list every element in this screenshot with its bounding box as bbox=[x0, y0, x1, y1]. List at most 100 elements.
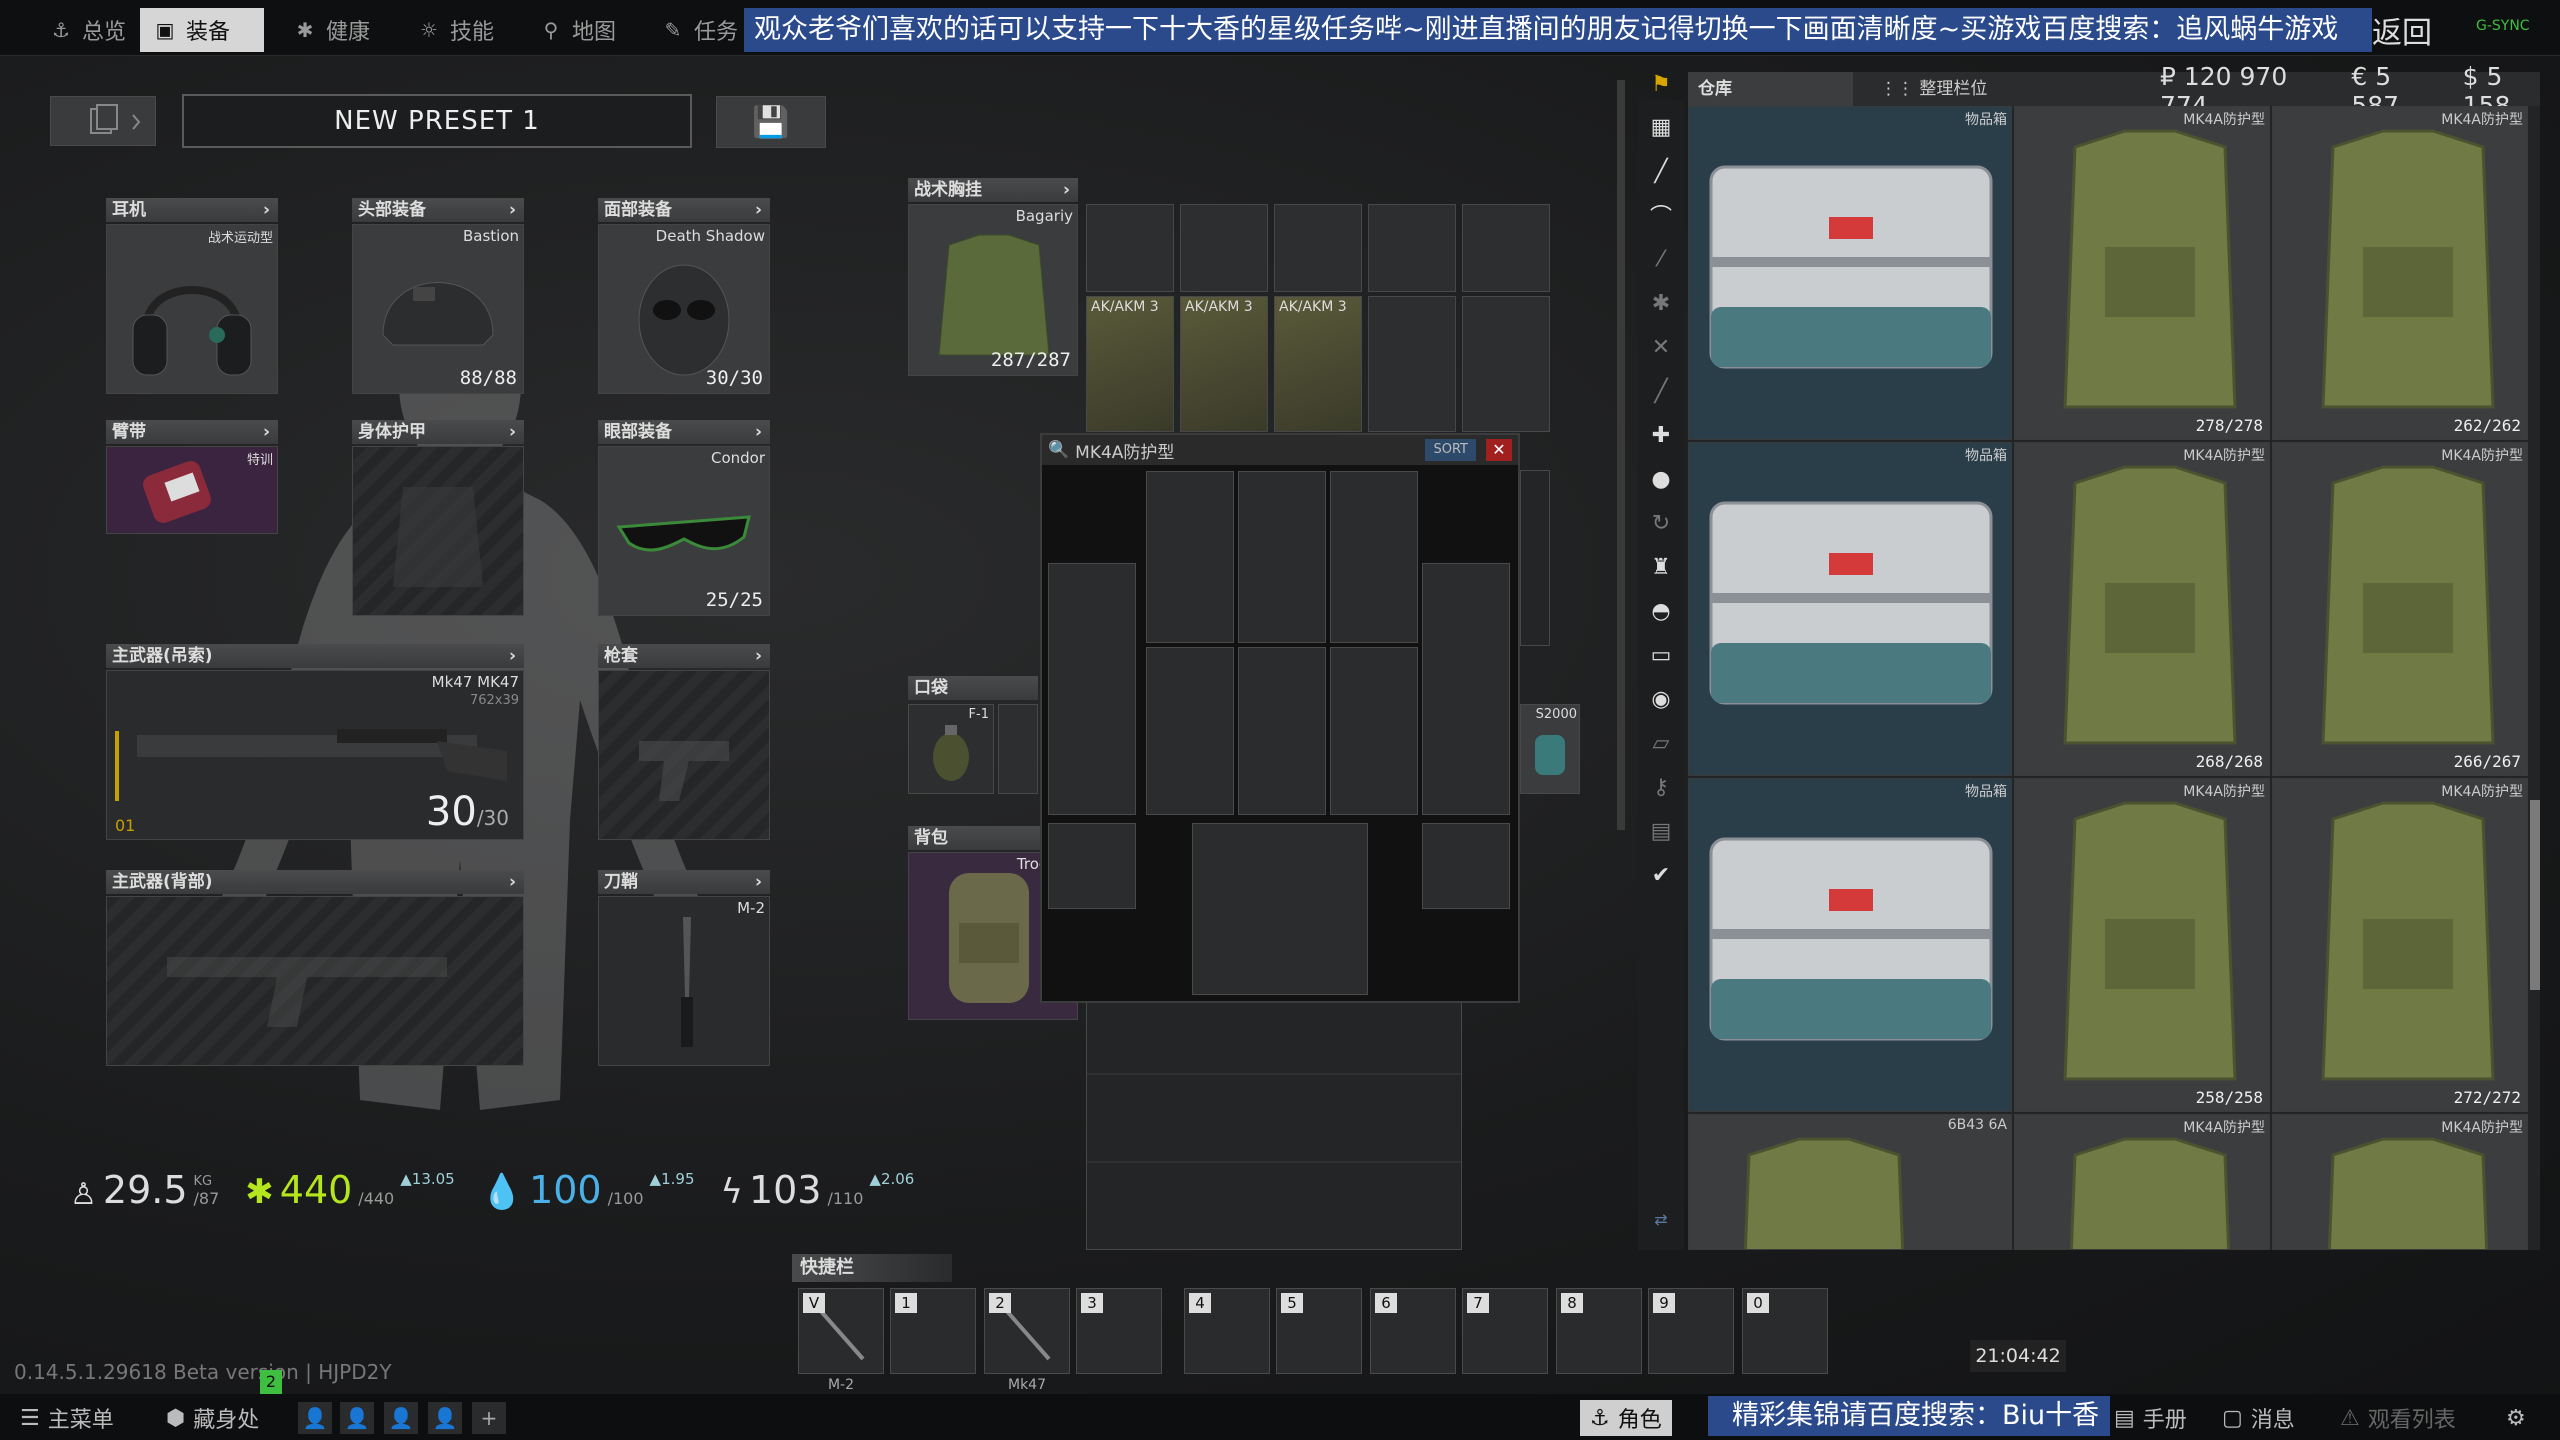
slot-header-armband[interactable]: 臂带 › bbox=[106, 420, 278, 444]
stash-scrollbar[interactable] bbox=[2530, 800, 2540, 990]
slot-primary-weapon[interactable]: Mk47 MK47 762x39 01 30/30 bbox=[106, 670, 524, 840]
popup-grid-cell[interactable] bbox=[1238, 647, 1326, 815]
back-button[interactable]: 返回 bbox=[2372, 8, 2432, 52]
popup-grid-cell[interactable] bbox=[1238, 471, 1326, 643]
quickbar-slot-8[interactable]: 8 bbox=[1556, 1288, 1642, 1374]
popup-grid-cell[interactable] bbox=[1146, 647, 1234, 815]
slot-primary-back[interactable] bbox=[106, 896, 524, 1066]
rig-cell[interactable] bbox=[1180, 204, 1268, 292]
stash-item-case[interactable]: 物品箱 bbox=[1688, 106, 2012, 440]
slot-scabbard[interactable]: M-2 bbox=[598, 896, 770, 1066]
slot-header-eyewear[interactable]: 眼部装备 › bbox=[598, 420, 770, 444]
popup-grid-cell[interactable] bbox=[1048, 563, 1136, 815]
party-slot[interactable]: 👤 bbox=[384, 1402, 418, 1434]
stash-item-armor[interactable]: MK4A防护型 272/272 bbox=[2272, 778, 2528, 1112]
quickbar-slot-9[interactable]: 9 bbox=[1648, 1288, 1734, 1374]
sort-button[interactable]: SORT bbox=[1425, 439, 1476, 461]
add-party-button[interactable]: + bbox=[472, 1402, 506, 1434]
tab-skills[interactable]: ☼ 技能 bbox=[404, 8, 508, 52]
party-slot[interactable]: 👤 bbox=[298, 1402, 332, 1434]
filter-medical-icon[interactable]: ✚ bbox=[1642, 416, 1680, 454]
slot-header-holster[interactable]: 枪套 › bbox=[598, 644, 770, 668]
tab-gear[interactable]: ▣ 装备 bbox=[140, 8, 264, 52]
quickbar-slot-2[interactable]: 2 bbox=[984, 1288, 1070, 1374]
filter-ammo-icon[interactable]: ⁄ bbox=[1642, 240, 1680, 278]
filter-weapons-icon[interactable]: ╱ bbox=[1642, 152, 1680, 190]
filter-info-icon[interactable]: ▱ bbox=[1642, 724, 1680, 762]
filter-keys-icon[interactable]: ↻ bbox=[1642, 504, 1680, 542]
rig-cell[interactable] bbox=[1368, 204, 1456, 292]
filter-key-icon[interactable]: ⚷ bbox=[1642, 768, 1680, 806]
stash-item-case[interactable]: 物品箱 bbox=[1688, 442, 2012, 776]
handbook-button[interactable]: ▤ 手册 bbox=[2114, 1400, 2187, 1436]
popup-grid-cell[interactable] bbox=[1146, 471, 1234, 643]
stash-item-armor[interactable]: MK4A防护型 278/278 bbox=[2014, 106, 2270, 440]
rig-cell[interactable] bbox=[1520, 470, 1550, 646]
quickbar-slot-5[interactable]: 5 bbox=[1276, 1288, 1362, 1374]
slot-header-earpiece[interactable]: 耳机 › bbox=[106, 198, 278, 222]
rig-magazine[interactable]: AK/AKM 3 bbox=[1180, 296, 1268, 432]
stash-item-armor[interactable]: 6B43 6A bbox=[1688, 1114, 2012, 1250]
party-slot[interactable]: 👤 bbox=[340, 1402, 374, 1434]
slot-header-scabbard[interactable]: 刀鞘 › bbox=[598, 870, 770, 894]
tab-tasks[interactable]: ✎ 任务 bbox=[648, 8, 752, 52]
inventory-scrollbar[interactable] bbox=[1617, 80, 1625, 830]
slot-header-rig[interactable]: 战术胸挂 › bbox=[908, 178, 1078, 202]
tab-sorting-table[interactable]: ⋮⋮ 整理栏位 bbox=[1870, 72, 2150, 106]
filter-containers-icon[interactable]: ▭ bbox=[1642, 636, 1680, 674]
hideout-button[interactable]: ⬢ 藏身处 bbox=[166, 1400, 259, 1436]
preset-name-field[interactable]: NEW PRESET 1 bbox=[182, 94, 692, 148]
stash-item-armor[interactable]: MK4A防护型 bbox=[2014, 1114, 2270, 1250]
popup-grid-cell[interactable] bbox=[1422, 563, 1510, 815]
popup-grid-cell[interactable] bbox=[1330, 471, 1418, 643]
tab-health[interactable]: ✱ 健康 bbox=[280, 8, 384, 52]
preset-menu-button[interactable] bbox=[50, 96, 156, 146]
slot-header-primary-back[interactable]: 主武器(背部) › bbox=[106, 870, 524, 894]
rig-cell[interactable] bbox=[1462, 296, 1550, 432]
rig-magazine[interactable]: AK/AKM 3 bbox=[1274, 296, 1362, 432]
main-menu-button[interactable]: ☰ 主菜单 bbox=[20, 1400, 114, 1436]
pocket-item[interactable]: S2000 bbox=[1520, 704, 1580, 794]
popup-grid-cell[interactable] bbox=[1048, 823, 1136, 909]
save-preset-button[interactable]: 💾 bbox=[716, 96, 826, 148]
filter-provisions-icon[interactable]: ● bbox=[1642, 460, 1680, 498]
slot-earpiece[interactable]: 战术运动型 bbox=[106, 224, 278, 394]
tab-overview[interactable]: ⚓ 总览 bbox=[36, 8, 140, 52]
quickbar-slot-4[interactable]: 4 bbox=[1184, 1288, 1270, 1374]
filter-toggle-icon[interactable]: ⚑ bbox=[1638, 68, 1684, 100]
filter-gear-icon[interactable]: ♜ bbox=[1642, 548, 1680, 586]
stash-item-case[interactable]: 物品箱 bbox=[1688, 778, 2012, 1112]
quickbar-slot-6[interactable]: 6 bbox=[1370, 1288, 1456, 1374]
messages-button[interactable]: ▢ 消息 bbox=[2222, 1400, 2295, 1436]
pocket-grenade[interactable]: F-1 bbox=[908, 704, 994, 794]
slot-body-armor[interactable] bbox=[352, 446, 524, 616]
stash-item-armor[interactable]: MK4A防护型 266/267 bbox=[2272, 442, 2528, 776]
rig-cell[interactable] bbox=[1086, 204, 1174, 292]
slot-header-body-armor[interactable]: 身体护甲 › bbox=[352, 420, 524, 444]
filter-barter-icon[interactable]: ✱ bbox=[1642, 284, 1680, 322]
quickbar-slot-V[interactable]: V bbox=[798, 1288, 884, 1374]
stash-item-armor[interactable]: MK4A防护型 262/262 bbox=[2272, 106, 2528, 440]
popup-grid-cell[interactable] bbox=[1422, 823, 1510, 909]
quickbar-slot-1[interactable]: 1 bbox=[890, 1288, 976, 1374]
watchlist-button[interactable]: ⚠ 观看列表 bbox=[2340, 1400, 2456, 1436]
filter-melee-icon[interactable]: ⌒ bbox=[1642, 196, 1680, 234]
rig-cell[interactable] bbox=[1462, 204, 1550, 292]
filter-mods-icon[interactable]: ✕ bbox=[1642, 328, 1680, 366]
filter-check-icon[interactable]: ✔ bbox=[1642, 856, 1680, 894]
slot-eyewear[interactable]: Condor 25/25 bbox=[598, 446, 770, 616]
filter-misc-icon[interactable]: ╱ bbox=[1642, 372, 1680, 410]
slot-face[interactable]: Death Shadow 30/30 bbox=[598, 224, 770, 394]
slot-armband[interactable]: 特训 bbox=[106, 446, 278, 534]
tab-stash[interactable]: 仓库 bbox=[1688, 72, 1853, 106]
sort-icon[interactable]: ⇄ bbox=[1642, 1200, 1680, 1238]
rig-magazine[interactable]: AK/AKM 3 bbox=[1086, 296, 1174, 432]
popup-grid-cell[interactable] bbox=[1192, 823, 1368, 995]
tab-map[interactable]: ⚲ 地图 bbox=[526, 8, 630, 52]
quickbar-slot-0[interactable]: 0 bbox=[1742, 1288, 1828, 1374]
backpack-grid[interactable] bbox=[1086, 1000, 1462, 1250]
filter-all-icon[interactable]: ▦ bbox=[1642, 108, 1680, 146]
popup-grid-cell[interactable] bbox=[1330, 647, 1418, 815]
pocket-cell[interactable] bbox=[998, 704, 1038, 794]
stash-item-armor[interactable]: MK4A防护型 bbox=[2272, 1114, 2528, 1250]
